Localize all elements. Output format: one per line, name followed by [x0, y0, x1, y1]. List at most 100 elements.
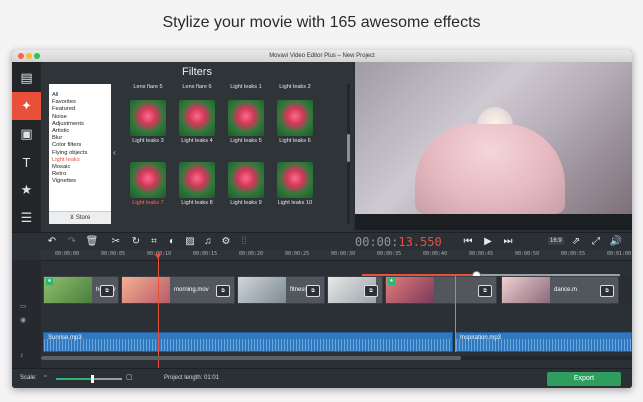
filter-thumbnail[interactable]: Light leaks 8	[175, 162, 219, 206]
filter-label[interactable]: Light leaks 2	[273, 84, 317, 90]
undo-icon[interactable]: ↶	[44, 234, 60, 250]
category-item[interactable]: Noise	[49, 114, 111, 121]
clip-fx-icon[interactable]: ⧉	[364, 285, 378, 297]
timeline-ruler[interactable]: 00:00:00 00:00:05 00:00:10 00:00:15 00:00:20…	[41, 250, 632, 261]
filter-thumbnail[interactable]: Light leaks 7	[126, 162, 170, 206]
video-clip[interactable]: dance.m ⧉	[501, 276, 619, 304]
category-item[interactable]: Favorites	[49, 99, 111, 106]
skip-back-icon[interactable]: ⏮	[460, 234, 476, 250]
category-item[interactable]: Blur	[49, 135, 111, 142]
timeline-scrollbar[interactable]	[41, 356, 632, 360]
filter-thumbnail[interactable]: Light leaks 5	[224, 100, 268, 144]
category-item[interactable]: Mosaic	[49, 164, 111, 171]
audio-clip[interactable]: Inspiration.mp3	[455, 332, 632, 352]
video-clip[interactable]: ★hd.mov⧉	[43, 276, 119, 304]
filter-thumbnail[interactable]: Light leaks 9	[224, 162, 268, 206]
star-icon[interactable]: ★	[12, 176, 41, 204]
clip-fx-icon[interactable]: ⧉	[100, 285, 114, 297]
chevron-left-icon[interactable]: ‹	[113, 148, 116, 157]
zoom-window-button[interactable]	[34, 53, 40, 59]
filter-thumbnail[interactable]: Light leaks 3	[126, 100, 170, 144]
film-strip-icon[interactable]: ▤	[12, 64, 41, 92]
filter-label[interactable]: Lens flare 6	[175, 84, 219, 90]
promo-headline: Stylize your movie with 165 awesome effe…	[162, 14, 481, 31]
zoom-in-icon[interactable]: ▢	[126, 373, 133, 381]
filter-preview-image	[228, 162, 264, 198]
filter-thumbnail[interactable]: Light leaks 10	[273, 162, 317, 206]
clip-boundary-line	[455, 276, 456, 352]
microphone-icon[interactable]: ♫	[200, 234, 216, 250]
category-item[interactable]: Artistic	[49, 128, 111, 135]
filter-thumbnail[interactable]: Light leaks 6	[273, 100, 317, 144]
detach-icon[interactable]: ⇗	[568, 234, 584, 250]
timecode-display: 00:00:13.550	[355, 235, 442, 249]
export-button[interactable]: Export	[547, 372, 621, 386]
music-note-icon: ♪	[20, 352, 24, 359]
filter-label[interactable]: Lens flare 5	[126, 84, 170, 90]
cut-icon[interactable]: ✂	[108, 234, 124, 250]
aspect-ratio-button[interactable]: 16:9	[548, 237, 564, 245]
filter-label: Light leaks 8	[181, 200, 213, 206]
rotate-icon[interactable]: ↻	[128, 234, 144, 250]
scale-slider-handle[interactable]	[91, 375, 95, 383]
filter-label: Light leaks 10	[277, 200, 313, 206]
ruler-tick-label: 00:00:35	[377, 251, 402, 257]
store-button[interactable]: ⊻ Store	[49, 211, 111, 224]
clip-fx-icon[interactable]: ⧉	[216, 285, 230, 297]
filter-preview-image	[130, 162, 166, 198]
category-item[interactable]: Vignettes	[49, 178, 111, 185]
category-item[interactable]: Adjustments	[49, 121, 111, 128]
text-icon[interactable]: T	[12, 148, 41, 176]
project-length: Project length: 01:01	[164, 375, 220, 381]
category-item[interactable]: Retro	[49, 171, 111, 178]
zoom-out-icon[interactable]: ▫	[44, 373, 46, 380]
grid-icon[interactable]: ⁞⁞	[236, 234, 252, 250]
transition-star-icon[interactable]: ★	[388, 278, 395, 285]
clip-fx-icon[interactable]: ⧉	[478, 285, 492, 297]
filters-scrollbar[interactable]	[347, 84, 350, 224]
audio-clip-name: Inspiration.mp3	[460, 335, 502, 341]
crop-icon[interactable]: ⌗	[146, 234, 162, 250]
transition-star-icon[interactable]: ★	[46, 278, 53, 285]
clip-fx-icon[interactable]: ⧉	[306, 285, 320, 297]
ruler-tick-label: 00:00:05	[101, 251, 126, 257]
color-adjust-icon[interactable]: ◐	[164, 234, 180, 250]
category-item[interactable]: All	[49, 92, 111, 99]
edit-toolbar: ↶ ↷ 🗑 ✂ ↻ ⌗ ◐ ▨ ♫ ⚙ ⁞⁞ 00:00:13.550 ⏮ ▶ …	[12, 232, 632, 251]
ruler-tick-label: 00:00:00	[55, 251, 80, 257]
magic-wand-icon[interactable]: ✦	[12, 92, 41, 120]
eye-icon[interactable]: ◉	[20, 316, 26, 324]
category-item[interactable]: Color filters	[49, 142, 111, 149]
video-clip[interactable]: ★ ⧉	[385, 276, 497, 304]
ruler-tick-label: 00:00:30	[331, 251, 356, 257]
filter-thumbnail[interactable]: Light leaks 4	[175, 100, 219, 144]
skip-forward-icon[interactable]: ⏭	[500, 234, 516, 250]
minimize-window-button[interactable]	[26, 53, 32, 59]
gear-icon[interactable]: ⚙	[218, 234, 234, 250]
volume-icon[interactable]: 🔊	[608, 234, 624, 250]
clip-fx-icon[interactable]: ⧉	[600, 285, 614, 297]
category-item[interactable]: Featured	[49, 106, 111, 113]
video-clip[interactable]: morning.mov ⧉	[121, 276, 235, 304]
redo-icon[interactable]: ↷	[64, 234, 80, 250]
filter-preview-image	[130, 100, 166, 136]
filter-label: Light leaks 4	[181, 138, 213, 144]
list-icon[interactable]: ☰	[12, 204, 41, 232]
category-item[interactable]: Flying objects	[49, 150, 111, 157]
ruler-tick-label: 00:00:45	[469, 251, 494, 257]
filter-grid: Lens flare 5 Lens flare 6 Light leaks 1 Lig…	[123, 84, 347, 232]
image-icon[interactable]: ▨	[182, 234, 198, 250]
fullscreen-icon[interactable]: ⤢	[588, 234, 604, 250]
clip-icon[interactable]: ▣	[12, 120, 41, 148]
playhead[interactable]	[158, 258, 159, 368]
close-window-button[interactable]	[18, 53, 24, 59]
play-icon[interactable]: ▶	[480, 234, 496, 250]
audio-clip[interactable]: Sunrise.mp3	[43, 332, 453, 352]
category-item[interactable]: Light leaks	[49, 157, 111, 164]
filter-label[interactable]: Light leaks 1	[224, 84, 268, 90]
trash-icon[interactable]: 🗑	[84, 234, 100, 250]
clip-thumbnail	[122, 277, 170, 303]
video-clip[interactable]: fitness.m ⧉	[237, 276, 325, 304]
video-clip[interactable]: ⧉	[327, 276, 383, 304]
bottom-bar: Scale: ▫ ▢ Project length: 01:01 Export	[12, 368, 632, 388]
